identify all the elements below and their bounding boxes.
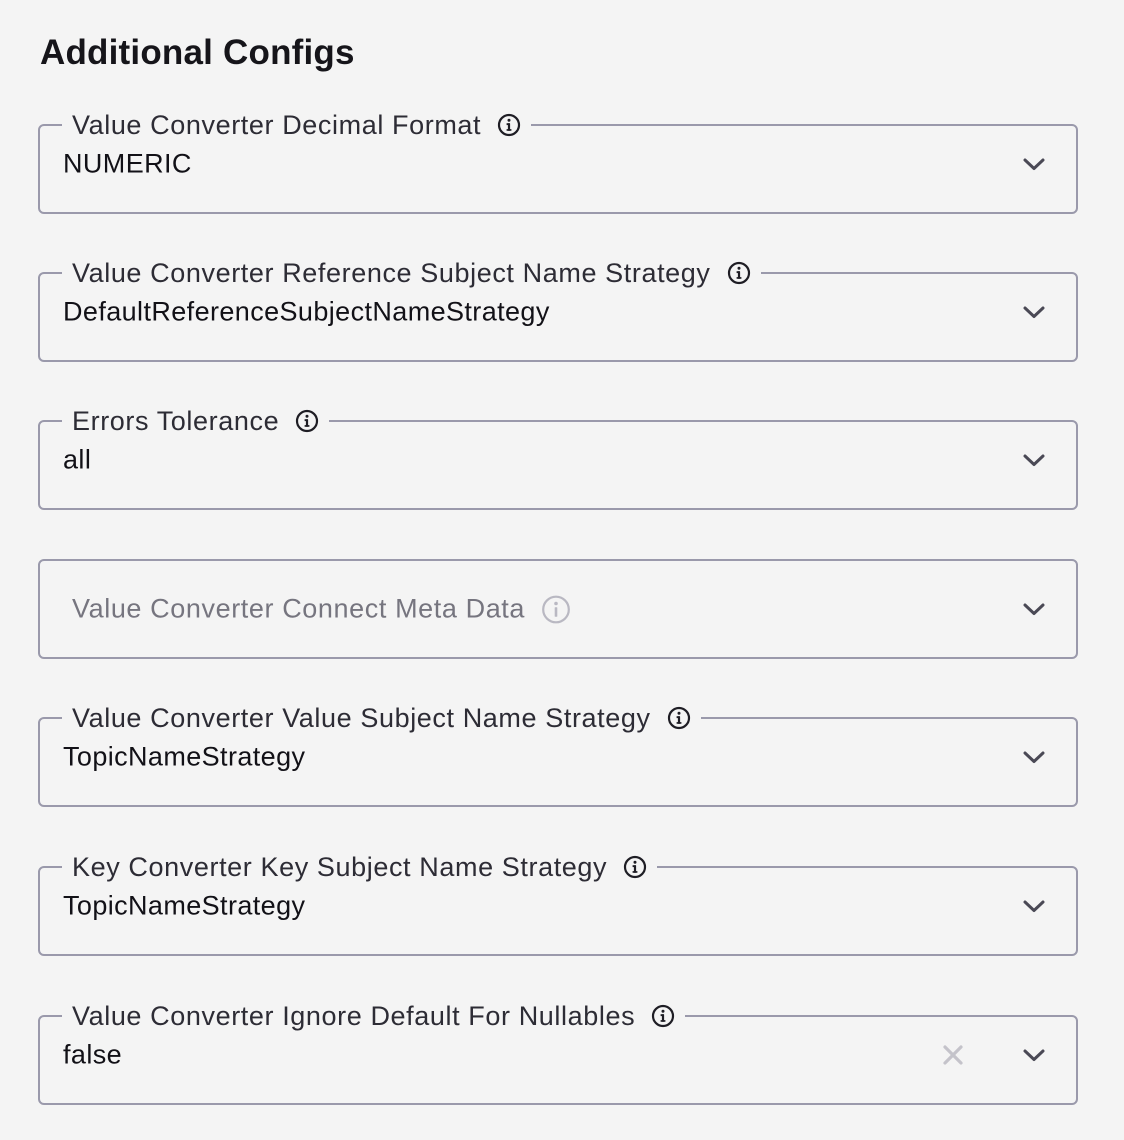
chevron-down-icon[interactable] [1020, 1041, 1048, 1069]
selected-value: NUMERIC [63, 148, 192, 179]
chevron-down-icon[interactable] [1020, 892, 1048, 920]
chevron-down-icon[interactable] [1020, 446, 1048, 474]
select-value-converter-decimal-format[interactable]: Value Converter Decimal Format NUMERIC [38, 110, 1078, 214]
info-icon[interactable] [623, 855, 647, 879]
select-value-converter-ignore-default-for-nullables[interactable]: Value Converter Ignore Default For Nulla… [38, 1001, 1078, 1105]
select-value-converter-connect-meta-data[interactable]: Value Converter Connect Meta Data [38, 559, 1078, 659]
chevron-down-icon[interactable] [1020, 150, 1048, 178]
chevron-down-icon[interactable] [1020, 298, 1048, 326]
chevron-down-icon[interactable] [1020, 743, 1048, 771]
select-key-converter-key-subject-name-strategy[interactable]: Key Converter Key Subject Name Strategy … [38, 852, 1078, 956]
field-label: Value Converter Decimal Format [72, 110, 482, 140]
info-icon[interactable] [295, 409, 319, 433]
selected-value: TopicNameStrategy [63, 890, 306, 921]
section-title: Additional Configs [40, 33, 355, 72]
field-label: Value Converter Ignore Default For Nulla… [72, 1001, 636, 1031]
info-icon[interactable] [541, 594, 571, 624]
select-errors-tolerance[interactable]: Errors Tolerance all [38, 406, 1078, 510]
info-icon[interactable] [651, 1004, 675, 1028]
field-label: Value Converter Reference Subject Name S… [72, 258, 711, 288]
info-icon[interactable] [727, 261, 751, 285]
chevron-down-icon[interactable] [1020, 595, 1048, 623]
selected-value: all [63, 444, 92, 475]
selected-value: TopicNameStrategy [63, 741, 306, 772]
select-value-converter-value-subject-name-strategy[interactable]: Value Converter Value Subject Name Strat… [38, 703, 1078, 807]
info-icon[interactable] [667, 706, 691, 730]
field-label: Value Converter Value Subject Name Strat… [72, 703, 651, 733]
selected-value: DefaultReferenceSubjectNameStrategy [63, 296, 550, 327]
selected-value: false [63, 1039, 123, 1070]
field-label: Errors Tolerance [72, 406, 280, 436]
field-placeholder-label: Value Converter Connect Meta Data [72, 593, 526, 624]
info-icon[interactable] [497, 113, 521, 137]
clear-icon[interactable] [940, 1042, 966, 1068]
field-label: Key Converter Key Subject Name Strategy [72, 852, 608, 882]
select-value-converter-reference-subject-name-strategy[interactable]: Value Converter Reference Subject Name S… [38, 258, 1078, 362]
additional-configs-panel: Additional Configs Value Converter Decim… [0, 0, 1124, 1140]
